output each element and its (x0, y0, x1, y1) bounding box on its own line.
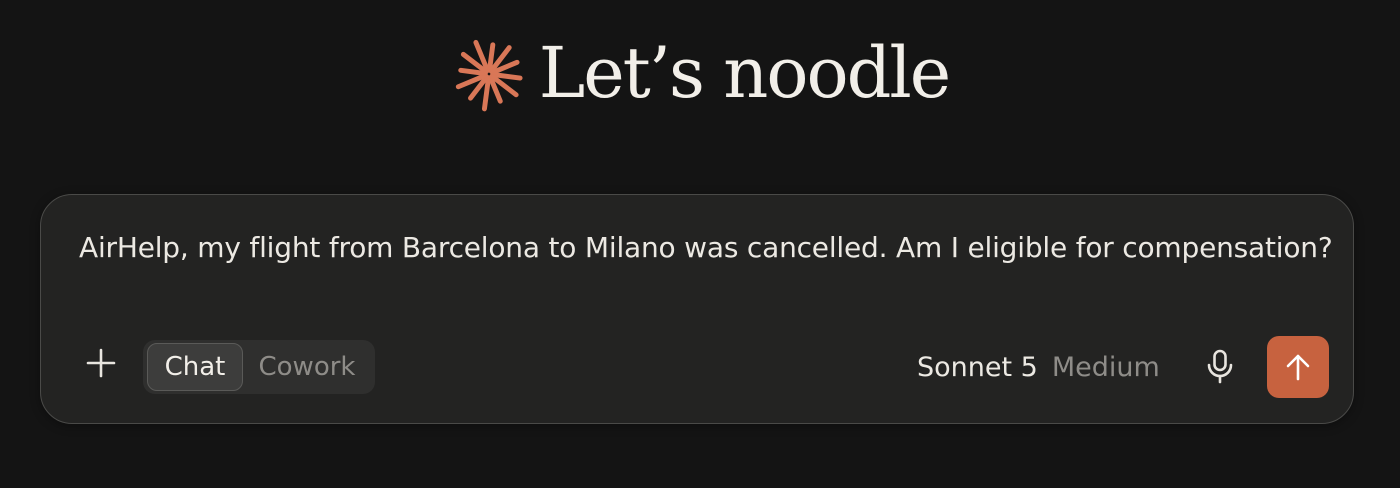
add-attachment-button[interactable] (79, 341, 123, 385)
model-name: Sonnet 5 (917, 351, 1038, 383)
tab-cowork[interactable]: Cowork (243, 343, 371, 391)
arrow-up-icon (1286, 354, 1310, 381)
model-selector[interactable]: Sonnet 5 Medium (917, 347, 1160, 387)
send-button[interactable] (1267, 336, 1329, 398)
prompt-input[interactable]: AirHelp, my flight from Barcelona to Mil… (79, 231, 1333, 264)
microphone-icon (1207, 349, 1233, 384)
page: Let’s noodle AirHelp, my flight from Bar… (0, 0, 1400, 488)
asterisk-burst-icon (455, 39, 523, 112)
greeting-title: Let’s noodle (538, 32, 951, 114)
voice-input-button[interactable] (1199, 345, 1241, 389)
mode-toggle: Chat Cowork (143, 340, 375, 394)
plus-icon (86, 348, 116, 378)
chat-composer: AirHelp, my flight from Barcelona to Mil… (40, 194, 1354, 424)
model-effort: Medium (1051, 351, 1160, 383)
greeting-header: Let’s noodle (0, 28, 1400, 118)
tab-chat[interactable]: Chat (147, 343, 243, 391)
